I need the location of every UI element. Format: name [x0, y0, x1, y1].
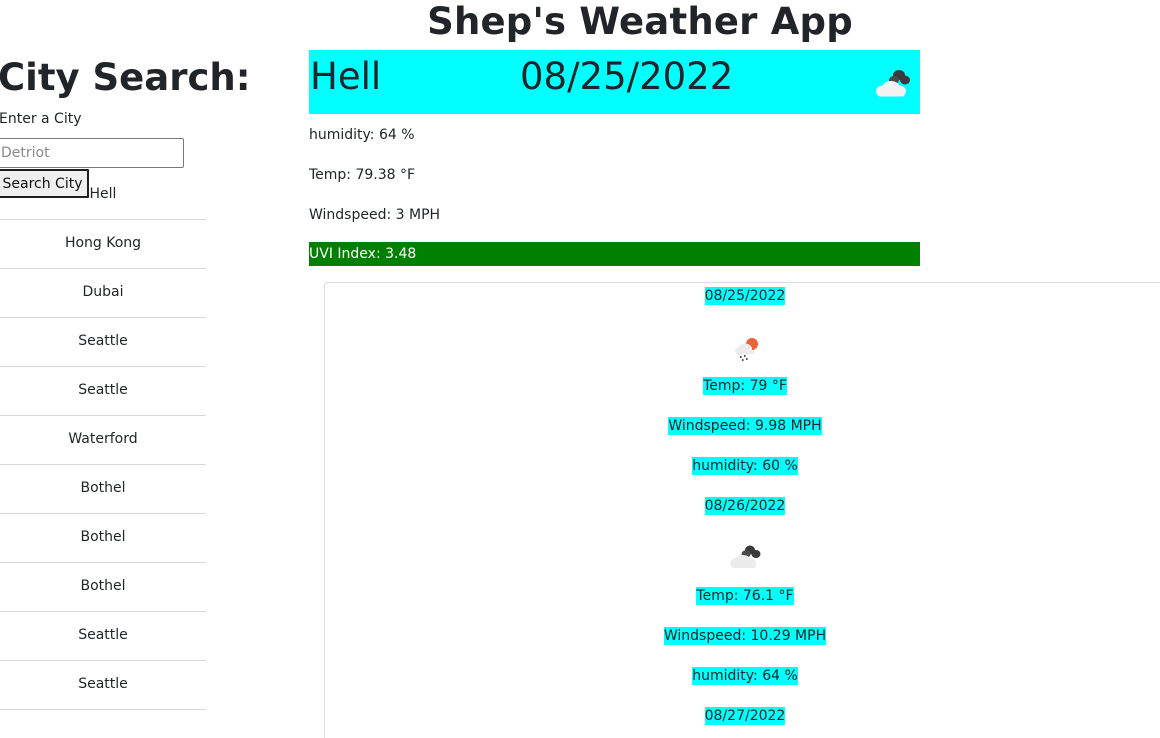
history-item[interactable]: Waterford [0, 416, 206, 465]
current-city: Hell [310, 55, 382, 98]
weather-app-page: Shep's Weather App City Search: Enter a … [0, 0, 1160, 738]
city-search-input[interactable] [0, 138, 184, 168]
current-temp: Temp: 79.38 °F [309, 167, 416, 183]
forecast-date: 08/27/2022 [704, 707, 786, 725]
history-item[interactable]: Seattle [0, 661, 206, 710]
history-item[interactable]: Hell [0, 171, 206, 220]
current-humidity: humidity: 64 % [309, 127, 415, 143]
search-history-list: Hell Hong Kong Dubai Seattle Seattle Wat… [0, 171, 206, 710]
history-item[interactable]: Bothel [0, 563, 206, 612]
history-item[interactable]: Hong Kong [0, 220, 206, 269]
history-item[interactable]: Dubai [0, 269, 206, 318]
history-item[interactable]: Bothel [0, 465, 206, 514]
search-heading: City Search: [0, 56, 251, 99]
sun-rain-cloud-icon [735, 338, 758, 361]
history-item[interactable]: Bothel [0, 514, 206, 563]
cloudy-icon [730, 545, 761, 568]
forecast-windspeed: Windspeed: 9.98 MPH [668, 417, 822, 435]
history-item[interactable]: Seattle [0, 318, 206, 367]
forecast-date: 08/26/2022 [704, 497, 786, 515]
forecast-panel: 08/25/2022 Temp: 79 °F Windspeed: 9.98 M… [324, 282, 1160, 738]
current-windspeed: Windspeed: 3 MPH [309, 207, 441, 223]
app-title: Shep's Weather App [427, 0, 853, 43]
forecast-humidity: humidity: 64 % [692, 667, 798, 685]
forecast-temp: Temp: 76.1 °F [696, 587, 794, 605]
history-item[interactable]: Seattle [0, 612, 206, 661]
forecast-temp: Temp: 79 °F [703, 377, 787, 395]
current-date: 08/25/2022 [520, 55, 734, 98]
search-label: Enter a City [0, 111, 82, 127]
forecast-date: 08/25/2022 [704, 287, 786, 305]
cloudy-icon [876, 70, 910, 97]
current-weather-header: Hell 08/25/2022 [309, 50, 920, 114]
forecast-windspeed: Windspeed: 10.29 MPH [663, 627, 827, 645]
forecast-humidity: humidity: 60 % [692, 457, 798, 475]
history-item[interactable]: Seattle [0, 367, 206, 416]
uvi-index-bar: UVI Index: 3.48 [309, 242, 920, 266]
uvi-index-text: UVI Index: 3.48 [309, 246, 417, 262]
